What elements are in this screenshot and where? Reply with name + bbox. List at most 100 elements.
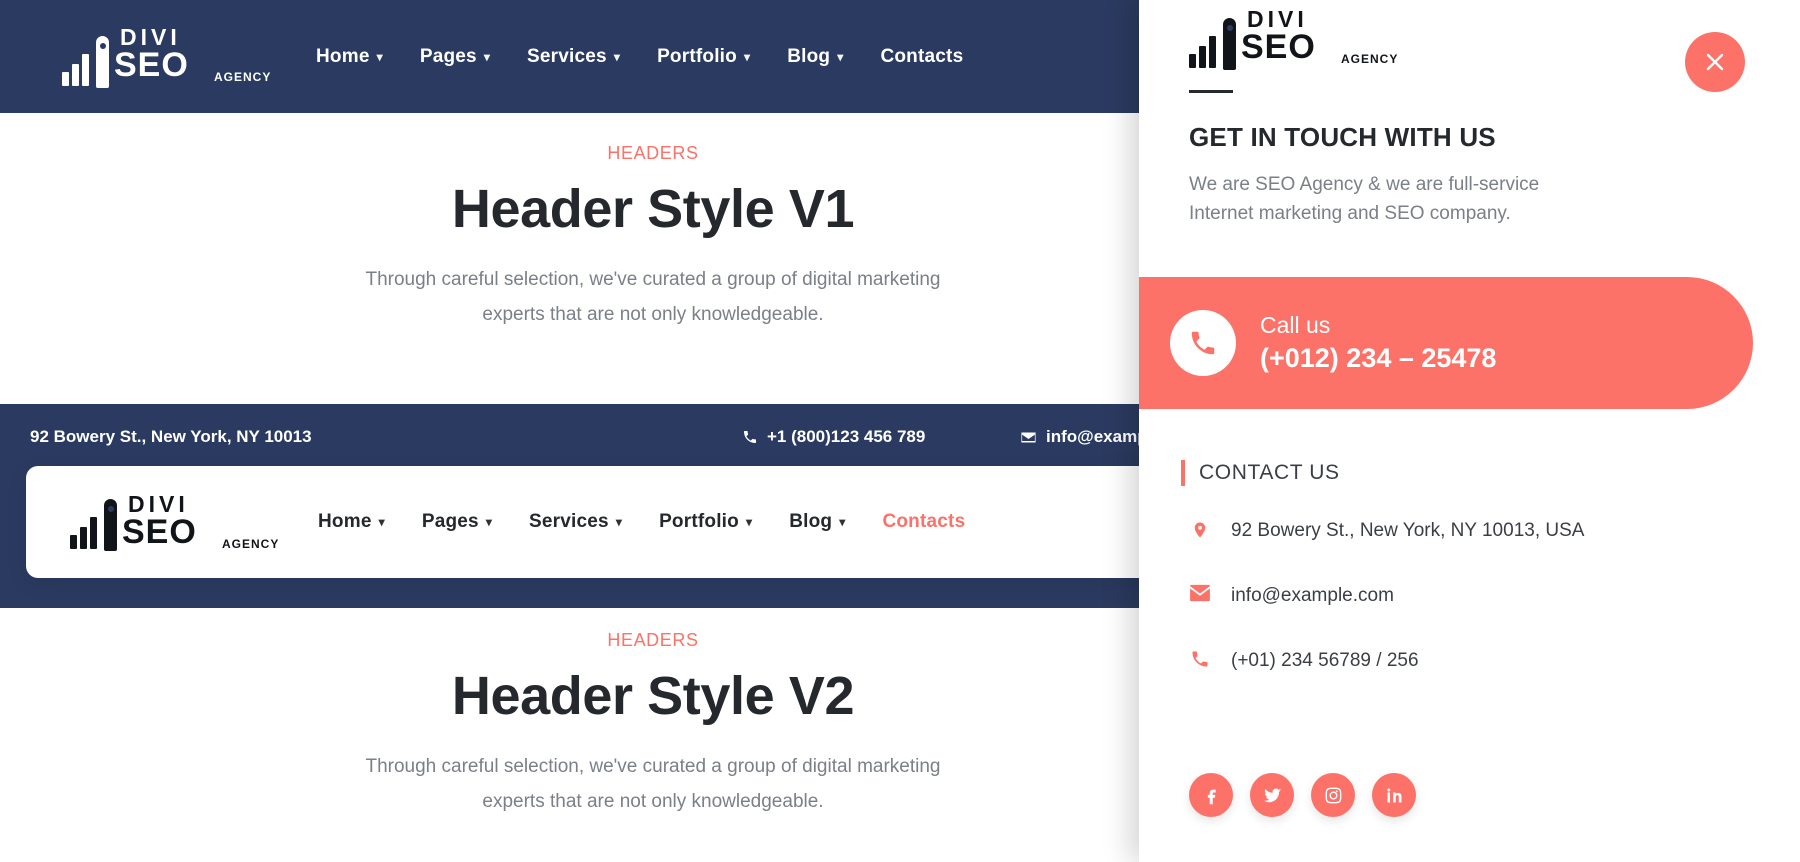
logo-agency-text: AGENCY (222, 537, 280, 551)
chevron-down-icon: ▾ (615, 515, 623, 529)
contact-phone-text: (+01) 234 56789 / 256 (1231, 650, 1419, 671)
chevron-down-icon: ▾ (839, 515, 846, 529)
nav-item-services[interactable]: Services ▾ (527, 46, 620, 68)
chevron-down-icon: ▾ (378, 515, 385, 529)
logo-rocket-icon (96, 35, 109, 88)
contact-list: 92 Bowery St., New York, NY 10013, USA i… (1189, 516, 1609, 711)
logo-bars-icon (62, 53, 89, 86)
nav-item-home[interactable]: Home ▾ (316, 46, 383, 68)
sidebar-description: We are SEO Agency & we are full-service … (1189, 174, 1540, 224)
divi-seo-agency-logo-icon: DIVI SEO AGENCY (1189, 8, 1397, 70)
logo-seo-text: SEO (1241, 28, 1316, 66)
hero-section-v1: HEADERS Header Style V1 Through careful … (0, 113, 1306, 404)
info-address: 92 Bowery St., New York, NY 10013 (30, 427, 312, 446)
call-us-label: Call us (1260, 312, 1331, 338)
info-phone[interactable]: +1 (800)123 456 789 (742, 427, 925, 447)
chevron-down-icon: ▾ (745, 515, 753, 529)
nav-label: Contacts (882, 511, 966, 532)
contact-email-text: info@example.com (1231, 585, 1394, 606)
social-links (1189, 773, 1416, 817)
logo-agency-text: AGENCY (1341, 52, 1399, 66)
call-us-text: Call us (+012) 234 – 25478 (1260, 310, 1496, 376)
contact-row-address[interactable]: 92 Bowery St., New York, NY 10013, USA (1189, 516, 1609, 546)
contact-row-email[interactable]: info@example.com (1189, 581, 1609, 611)
nav-label: Blog (789, 511, 833, 532)
nav-label: Home (318, 511, 372, 532)
envelope-icon (1189, 581, 1211, 602)
chevron-down-icon: ▾ (743, 49, 751, 64)
logo-seo-text: SEO (114, 45, 189, 84)
nav-item-portfolio[interactable]: Portfolio ▾ (659, 511, 752, 533)
logo-seo-text: SEO (122, 513, 197, 551)
contact-row-phone[interactable]: (+01) 234 56789 / 256 (1189, 646, 1609, 676)
chevron-down-icon: ▾ (837, 49, 844, 64)
nav-item-home[interactable]: Home ▾ (318, 511, 385, 533)
phone-icon (1191, 331, 1215, 355)
nav-item-contacts[interactable]: Contacts (880, 46, 963, 68)
info-phone-text: +1 (800)123 456 789 (767, 427, 926, 446)
navbar-v1: DIVI SEO AGENCY Home ▾ Pages ▾ Services … (0, 0, 1314, 113)
phone-icon (744, 431, 756, 443)
nav-label: Portfolio (657, 45, 737, 67)
accent-bar (1181, 460, 1185, 486)
sidebar-logo[interactable]: DIVI SEO AGENCY (1189, 8, 1397, 70)
divi-seo-agency-logo-icon: DIVI SEO AGENCY (70, 493, 278, 551)
contact-address-text: 92 Bowery St., New York, NY 10013, USA (1231, 520, 1585, 541)
contact-sidebar-panel: DIVI SEO AGENCY GET IN TOUCH WITH US We … (1139, 0, 1800, 862)
nav-label: Blog (787, 45, 831, 67)
envelope-icon (1021, 432, 1036, 442)
chevron-down-icon: ▾ (613, 49, 621, 64)
social-link-facebook[interactable] (1189, 773, 1233, 817)
facebook-icon (1207, 789, 1216, 804)
chevron-down-icon: ▾ (485, 515, 493, 529)
nav-label: Services (527, 45, 607, 67)
social-link-linkedin[interactable] (1372, 773, 1416, 817)
hero-eyebrow: HEADERS (607, 143, 699, 163)
linkedin-icon (1386, 788, 1401, 802)
page-title: Header Style V2 (451, 666, 855, 726)
call-icon-circle (1170, 310, 1236, 376)
logo-agency-text: AGENCY (214, 69, 272, 84)
nav-item-pages[interactable]: Pages ▾ (422, 511, 492, 533)
phone-icon (1189, 646, 1211, 669)
hero-section-v2: HEADERS Header Style V2 Through careful … (0, 608, 1306, 862)
social-link-instagram[interactable] (1311, 773, 1355, 817)
instagram-icon (1325, 787, 1341, 803)
logo-bars-icon (70, 517, 97, 549)
close-button[interactable] (1685, 32, 1745, 92)
nav-label: Pages (421, 511, 479, 532)
nav-label: Home (316, 45, 370, 67)
navbar-v2: DIVI SEO AGENCY Home ▾ Pages ▾ Services … (26, 466, 1326, 578)
nav-item-blog[interactable]: Blog ▾ (789, 511, 845, 533)
nav-item-services[interactable]: Services ▾ (529, 511, 622, 533)
nav-item-contacts[interactable]: Contacts (882, 511, 965, 533)
nav-menu-v2: Home ▾ Pages ▾ Services ▾ Portfolio ▾ Bl… (318, 511, 965, 533)
nav-label: Pages (419, 45, 477, 67)
nav-label: Services (529, 511, 609, 532)
contact-us-label: CONTACT US (1199, 461, 1340, 484)
map-pin-icon (1189, 516, 1211, 541)
call-us-banner[interactable]: Call us (+012) 234 – 25478 (1139, 277, 1753, 409)
nav-item-blog[interactable]: Blog ▾ (787, 46, 843, 68)
logo-v1[interactable]: DIVI SEO AGENCY (62, 25, 270, 88)
nav-item-portfolio[interactable]: Portfolio ▾ (657, 46, 750, 68)
nav-menu-v1: Home ▾ Pages ▾ Services ▾ Portfolio ▾ Bl… (316, 46, 963, 68)
chevron-down-icon: ▾ (483, 49, 491, 64)
page-root: DIVI SEO AGENCY Home ▾ Pages ▾ Services … (0, 0, 1800, 862)
info-bar-inner: 92 Bowery St., New York, NY 10013 +1 (80… (0, 404, 1344, 470)
divi-seo-agency-logo-icon: DIVI SEO AGENCY (62, 25, 270, 88)
hero-subtitle: Through careful selection, we've curated… (365, 756, 941, 812)
nav-item-pages[interactable]: Pages ▾ (420, 46, 490, 68)
logo-bars-icon (1189, 36, 1216, 68)
page-title: Header Style V1 (451, 179, 855, 239)
logo-rocket-icon (1223, 18, 1236, 70)
divider (1189, 90, 1233, 93)
hero-subtitle: Through careful selection, we've curated… (365, 269, 941, 325)
call-us-number: (+012) 234 – 25478 (1260, 343, 1497, 373)
social-link-twitter[interactable] (1250, 773, 1294, 817)
logo-rocket-icon (104, 499, 117, 551)
twitter-icon (1263, 788, 1281, 802)
logo-v2[interactable]: DIVI SEO AGENCY (70, 493, 278, 551)
chevron-down-icon: ▾ (376, 49, 383, 64)
sidebar-title: GET IN TOUCH WITH US (1189, 122, 1496, 152)
